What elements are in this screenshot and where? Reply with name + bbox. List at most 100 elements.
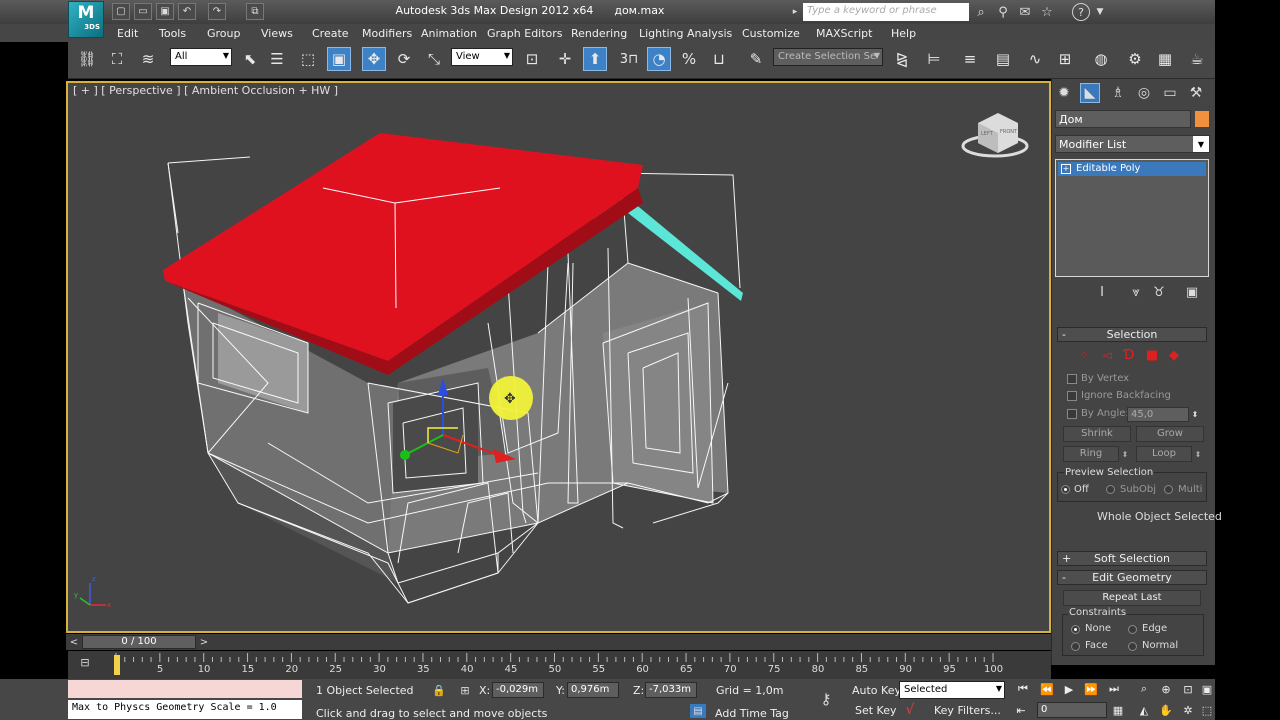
menu-help[interactable]: Help: [891, 27, 916, 40]
repeat-last-button[interactable]: Repeat Last: [1063, 590, 1201, 606]
absolute-mode-icon[interactable]: ⊞: [458, 683, 472, 697]
modify-tab-icon[interactable]: ◣: [1080, 83, 1100, 103]
selection-filter-dropdown[interactable]: All: [170, 48, 232, 66]
material-editor-icon[interactable]: ◍: [1089, 47, 1113, 71]
constraint-none-radio[interactable]: [1071, 625, 1080, 634]
menu-tools[interactable]: Tools: [159, 27, 186, 40]
auto-key-button[interactable]: Auto Key: [852, 684, 901, 697]
by-vertex-checkbox[interactable]: [1067, 374, 1077, 384]
menu-edit[interactable]: Edit: [117, 27, 138, 40]
communication-icon[interactable]: ✉: [1016, 3, 1034, 21]
grow-button[interactable]: Grow: [1136, 426, 1204, 442]
search-input[interactable]: Type a keyword or phrase: [803, 3, 969, 21]
angle-snap-icon[interactable]: ◔: [647, 47, 671, 71]
select-and-rotate-icon[interactable]: ⟳: [392, 47, 416, 71]
soft-selection-rollout-header[interactable]: + Soft Selection: [1057, 551, 1207, 566]
key-mode-toggle-icon[interactable]: ⇤: [1013, 702, 1029, 718]
select-by-name-icon[interactable]: ☰: [265, 47, 289, 71]
polygon-mode-icon[interactable]: ■: [1145, 348, 1159, 363]
add-time-tag-button[interactable]: Add Time Tag: [715, 707, 789, 720]
keyboard-shortcut-override-icon[interactable]: ⬆: [583, 47, 607, 71]
schematic-view-icon[interactable]: ⊞: [1053, 47, 1077, 71]
loop-spinner-icon[interactable]: ⬍: [1193, 446, 1203, 462]
create-tab-icon[interactable]: ✹: [1054, 83, 1074, 103]
new-file-icon[interactable]: ▢: [112, 3, 130, 20]
stack-expand-icon[interactable]: +: [1061, 164, 1071, 174]
pan-view-icon[interactable]: ✋: [1158, 702, 1174, 718]
preview-multi-radio[interactable]: [1164, 485, 1173, 494]
shrink-button[interactable]: Shrink: [1063, 426, 1131, 442]
zoom-icon[interactable]: ⌕: [1136, 681, 1152, 697]
menu-lighting-analysis[interactable]: Lighting Analysis: [639, 27, 732, 40]
help-dropdown-icon[interactable]: ▼: [1094, 5, 1106, 19]
time-slider-prev-button[interactable]: <: [68, 635, 80, 649]
reference-coordinate-dropdown[interactable]: View: [451, 48, 513, 66]
ring-button[interactable]: Ring: [1063, 446, 1119, 462]
unlink-icon[interactable]: ⛶: [105, 47, 129, 71]
menu-animation[interactable]: Animation: [421, 27, 477, 40]
zoom-all-icon[interactable]: ⊕: [1158, 681, 1174, 697]
modifier-list-dropdown[interactable]: Modifier List: [1055, 135, 1210, 153]
angle-spinner-icon[interactable]: ⬍: [1190, 407, 1200, 422]
y-coordinate-input[interactable]: 0,976m: [567, 682, 619, 698]
maxscript-output[interactable]: Max to Physcs Geometry Scale = 1.0: [68, 700, 302, 719]
object-name-field[interactable]: Дом: [1055, 110, 1191, 128]
configure-modifier-sets-icon[interactable]: ▣: [1184, 284, 1200, 300]
make-unique-icon[interactable]: ♉: [1151, 284, 1167, 300]
menu-customize[interactable]: Customize: [742, 27, 800, 40]
percent-snap-icon[interactable]: %: [677, 47, 701, 71]
rendered-frame-window-icon[interactable]: ▦: [1153, 47, 1177, 71]
viewcube[interactable]: LEFT FRONT: [961, 113, 1029, 158]
x-coordinate-input[interactable]: -0,029m: [492, 682, 544, 698]
open-mini-curve-editor-icon[interactable]: ⊟: [76, 655, 94, 669]
edge-mode-icon[interactable]: ◅: [1100, 348, 1114, 363]
select-object-icon[interactable]: ⬉: [238, 47, 262, 71]
constraint-edge-radio[interactable]: [1128, 625, 1137, 634]
menu-create[interactable]: Create: [312, 27, 349, 40]
menu-maxscript[interactable]: MAXScript: [816, 27, 872, 40]
mirror-icon[interactable]: ⧎: [890, 47, 914, 71]
constraint-face-radio[interactable]: [1071, 642, 1080, 651]
bind-space-warp-icon[interactable]: ≋: [136, 47, 160, 71]
current-frame-input[interactable]: 0: [1037, 702, 1107, 718]
set-key-button[interactable]: Set Key: [855, 704, 897, 717]
time-tag-icon[interactable]: ▤: [690, 704, 706, 718]
menu-modifiers[interactable]: Modifiers: [362, 27, 412, 40]
search-expand-icon[interactable]: ▸: [789, 5, 801, 19]
menu-group[interactable]: Group: [207, 27, 241, 40]
project-folder-icon[interactable]: ⧉: [246, 3, 264, 20]
loop-button[interactable]: Loop: [1136, 446, 1192, 462]
element-mode-icon[interactable]: ◆: [1167, 348, 1181, 363]
by-angle-checkbox[interactable]: [1067, 409, 1077, 419]
modifier-list-arrow-icon[interactable]: ▼: [1193, 136, 1209, 152]
utilities-tab-icon[interactable]: ⚒: [1186, 83, 1206, 103]
select-and-scale-icon[interactable]: ⤡: [422, 47, 446, 71]
constraint-normal-radio[interactable]: [1128, 642, 1137, 651]
zoom-extents-icon[interactable]: ⊡: [1180, 681, 1196, 697]
subscription-icon[interactable]: ⚲: [994, 3, 1012, 21]
time-slider-next-button[interactable]: >: [198, 635, 210, 649]
object-color-swatch[interactable]: [1195, 111, 1209, 127]
time-slider[interactable]: [66, 634, 1051, 650]
key-mode-dropdown[interactable]: Selected: [899, 681, 1005, 699]
next-frame-icon[interactable]: ⏩: [1083, 681, 1099, 697]
preview-subobj-radio[interactable]: [1106, 485, 1115, 494]
menu-views[interactable]: Views: [261, 27, 293, 40]
save-file-icon[interactable]: ▣: [156, 3, 174, 20]
pin-stack-icon[interactable]: Ι: [1094, 284, 1110, 300]
hierarchy-tab-icon[interactable]: ♗: [1108, 83, 1128, 103]
graphite-tools-icon[interactable]: ▤: [991, 47, 1015, 71]
edit-geometry-rollout-header[interactable]: - Edit Geometry: [1057, 570, 1207, 585]
redo-icon[interactable]: ↷: [208, 3, 226, 20]
select-and-move-icon[interactable]: ✥: [362, 47, 386, 71]
vertex-mode-icon[interactable]: ⁘: [1077, 348, 1091, 362]
z-coordinate-input[interactable]: -7,033m: [645, 682, 697, 698]
curve-editor-icon[interactable]: ∿: [1023, 47, 1047, 71]
border-mode-icon[interactable]: Ɗ: [1122, 348, 1136, 363]
previous-frame-icon[interactable]: ⏪: [1039, 681, 1055, 697]
viewport-scene[interactable]: ✥ LEFT FRONT z x y: [68, 83, 1049, 631]
favorites-star-icon[interactable]: ☆: [1038, 3, 1056, 21]
menu-rendering[interactable]: Rendering: [571, 27, 627, 40]
open-file-icon[interactable]: ▭: [134, 3, 152, 20]
binoculars-icon[interactable]: ⌕: [972, 3, 990, 21]
